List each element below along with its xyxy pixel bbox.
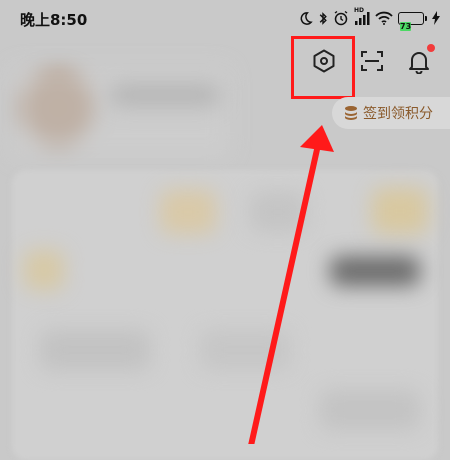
annotation-arrow [248, 125, 334, 444]
